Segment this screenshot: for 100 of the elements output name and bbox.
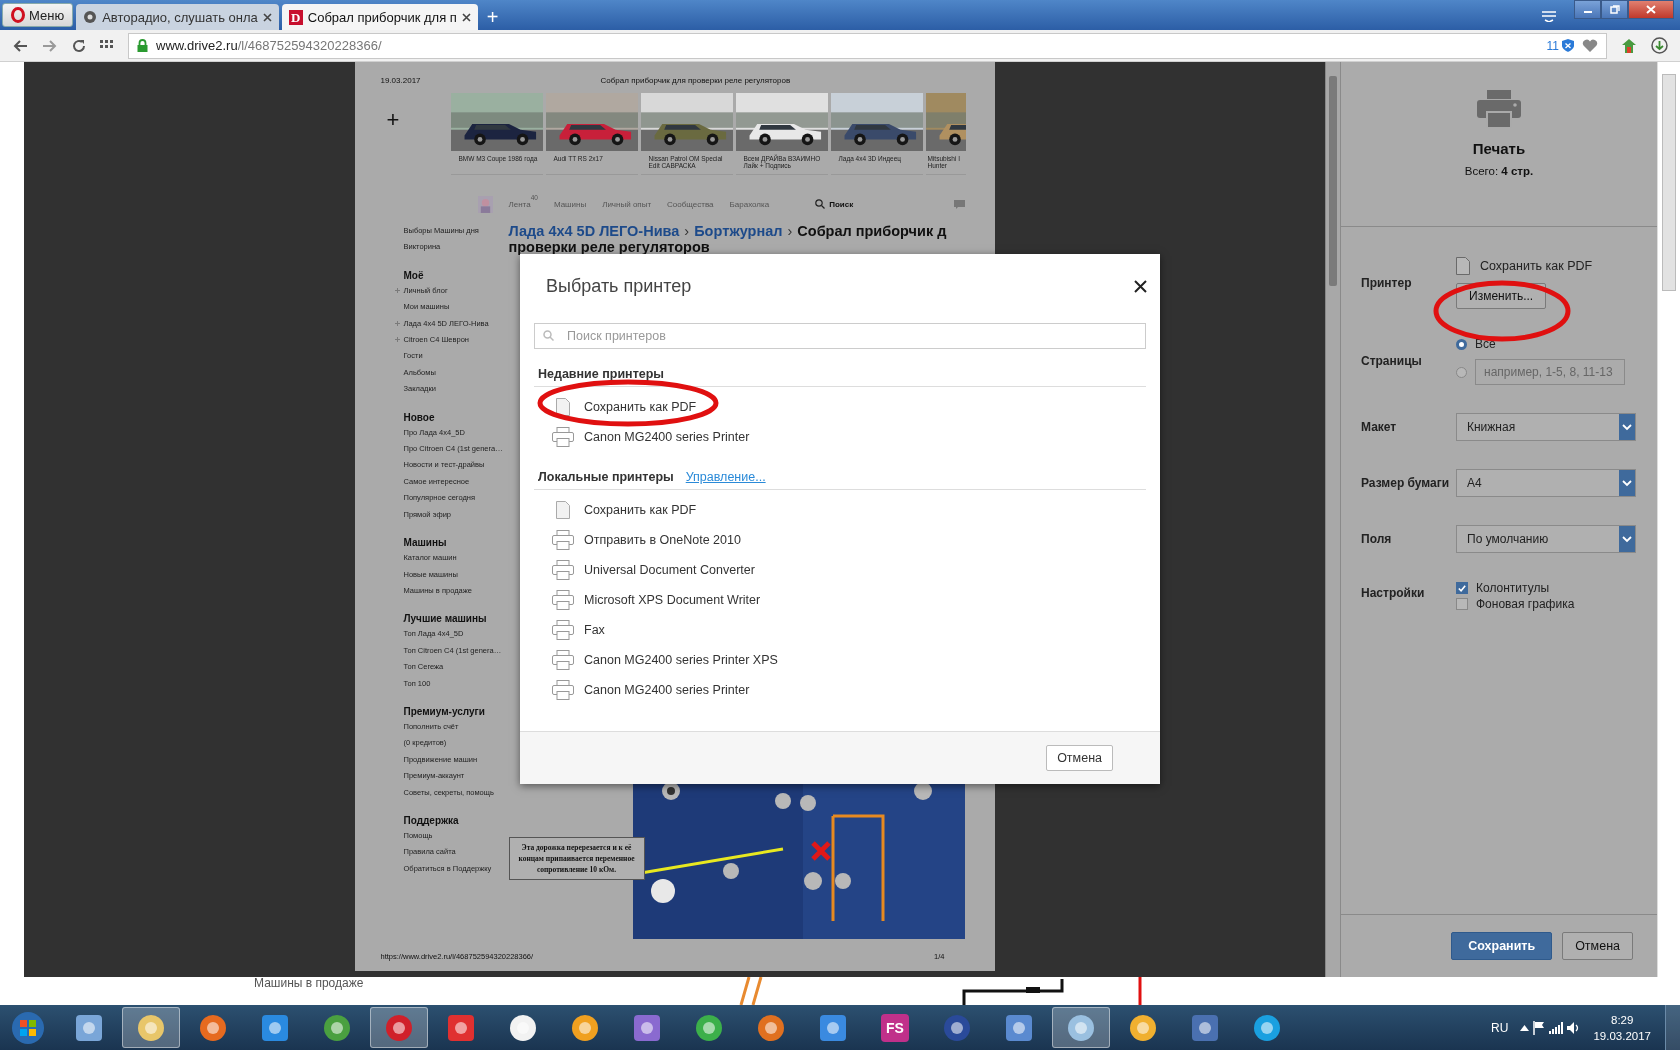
post-title: проверки реле регуляторов <box>508 239 711 255</box>
circuit-drawing <box>739 977 763 1005</box>
manage-link[interactable]: Управление... <box>685 470 766 484</box>
printer-item[interactable]: Fax <box>534 615 1146 645</box>
shield-icon[interactable] <box>1562 39 1574 52</box>
option-label: Фоновая графика <box>1476 597 1575 611</box>
minimize-button[interactable] <box>1574 0 1601 19</box>
search-icon[interactable] <box>815 199 826 209</box>
dropdown[interactable]: По умолчанию <box>1456 525 1636 553</box>
print-title: Собрал приборчик для проверки реле регуляторов <box>600 76 791 87</box>
sidebar-heading: Новое <box>403 410 436 425</box>
field-label: Макет <box>1361 420 1398 434</box>
checkbox[interactable] <box>1456 582 1468 594</box>
clock-date[interactable]: 19.03.2017 <box>1593 1027 1651 1044</box>
app-icon <box>1190 1012 1220 1043</box>
printer-item[interactable]: Microsoft XPS Document Writer <box>534 585 1146 615</box>
app-icon <box>74 1012 104 1043</box>
printer-icon <box>552 650 574 670</box>
address-field[interactable]: www.drive2.ru/l/468752594320228366/ 11 <box>128 32 1607 59</box>
page-range-field[interactable]: например, 1-5, 8, 11-13 <box>1475 359 1625 385</box>
new-tab-button[interactable]: + <box>480 4 505 30</box>
printer-icon <box>552 590 574 610</box>
dialog-title: Выбрать принтер <box>546 276 692 297</box>
flag-icon[interactable] <box>1533 1020 1546 1035</box>
printer-icon <box>552 427 574 447</box>
app-icon <box>632 1012 662 1043</box>
document-icon <box>1456 257 1470 275</box>
site-favicon: D <box>288 9 303 25</box>
printer-item[interactable]: Canon MG2400 series Printer <box>534 422 1146 452</box>
browser-tab[interactable]: Авторадио, слушать онла <box>76 4 279 30</box>
opera-logo-icon <box>11 7 25 23</box>
app-icon <box>446 1012 476 1043</box>
search-field[interactable]: Поиск принтеров <box>534 323 1146 349</box>
app-icon <box>260 1012 290 1043</box>
sidebar-heading: Машины <box>403 536 448 551</box>
save-button[interactable]: Сохранить <box>1451 932 1553 960</box>
printer-item[interactable]: Universal Document Converter <box>534 555 1146 585</box>
download-icon[interactable] <box>1651 37 1668 54</box>
restore-button[interactable] <box>1601 0 1628 19</box>
clock-time[interactable]: 8:29 <box>1611 1011 1634 1028</box>
close-button[interactable] <box>1628 0 1674 19</box>
browser-tab[interactable]: D Собрал приборчик для п <box>281 4 478 30</box>
cancel-button[interactable]: Отмена <box>1562 932 1633 960</box>
restore-icon <box>1609 5 1620 14</box>
lock-icon <box>137 39 148 52</box>
sidebar-heading: Премиум-услуги <box>403 704 486 719</box>
field-label: Настройки <box>1361 586 1426 600</box>
field-label: Страницы <box>1361 354 1423 368</box>
page-total: Всего: 4 стр. <box>1464 165 1534 177</box>
dropdown[interactable]: A4 <box>1456 469 1636 497</box>
breadcrumb-link[interactable]: Лада 4х4 5D ЛЕГО-Нива <box>508 223 680 239</box>
sidebar-heading: Лучшие машины <box>403 612 488 627</box>
printer-icon <box>552 620 574 640</box>
printer-name: Сохранить как PDF <box>1480 259 1593 273</box>
scrollbar[interactable] <box>1325 62 1340 977</box>
back-icon[interactable] <box>12 38 28 53</box>
windows-logo-icon <box>11 1010 45 1045</box>
printer-item[interactable]: Canon MG2400 series Printer <box>534 675 1146 705</box>
tab-menu-icon[interactable] <box>1541 10 1557 22</box>
option-label: Все <box>1475 337 1496 351</box>
printer-icon <box>552 530 574 550</box>
reload-icon[interactable] <box>72 38 86 53</box>
close-icon <box>1646 5 1656 14</box>
field-label: Принтер <box>1361 276 1413 290</box>
close-tab-icon[interactable] <box>262 12 272 22</box>
field-label: Размер бумаги <box>1361 476 1451 490</box>
printer-item[interactable]: Отправить в OneNote 2010 <box>534 525 1146 555</box>
menu-button[interactable]: Меню <box>2 3 74 27</box>
cancel-button[interactable]: Отмена <box>1046 745 1113 771</box>
radio-button[interactable] <box>1456 338 1467 350</box>
language-indicator[interactable]: RU <box>1491 1020 1509 1035</box>
show-desktop-button[interactable] <box>1665 1005 1680 1050</box>
add-car-button[interactable]: + <box>380 93 451 175</box>
close-icon[interactable] <box>1134 280 1147 293</box>
radio-favicon-icon <box>83 10 98 24</box>
option-label: Колонтитулы <box>1476 581 1550 595</box>
signal-icon[interactable] <box>1549 1021 1564 1034</box>
search-link[interactable]: Поиск <box>829 199 854 209</box>
printer-icon <box>552 680 574 700</box>
checkbox[interactable] <box>1456 598 1468 610</box>
printer-item[interactable]: Сохранить как PDF <box>534 495 1146 525</box>
close-tab-icon[interactable] <box>461 12 471 22</box>
print-date: 19.03.2017 <box>380 76 421 87</box>
section-heading: Недавние принтеры <box>538 367 664 381</box>
dropdown[interactable]: Книжная <box>1456 413 1636 441</box>
breadcrumb-separator: › <box>787 223 793 239</box>
taskbar-app[interactable]: FS <box>866 1007 924 1048</box>
radio-button[interactable] <box>1456 366 1467 378</box>
app-icon <box>1004 1012 1034 1043</box>
sidebar-heading: Моё <box>403 268 425 283</box>
printer-icon <box>552 560 574 580</box>
sidebar-heading: Поддержка <box>403 813 460 828</box>
breadcrumb-separator: › <box>684 223 690 239</box>
printer-item[interactable]: Сохранить как PDF <box>534 392 1146 422</box>
printer-item[interactable]: Canon MG2400 series Printer XPS <box>534 645 1146 675</box>
breadcrumb-link[interactable]: Бортжурнал <box>694 223 783 239</box>
tray-expand-icon[interactable] <box>1520 1024 1530 1031</box>
field-label: Поля <box>1361 532 1393 546</box>
heart-icon[interactable] <box>1582 38 1598 53</box>
section-heading: Локальные принтеры <box>538 470 674 484</box>
